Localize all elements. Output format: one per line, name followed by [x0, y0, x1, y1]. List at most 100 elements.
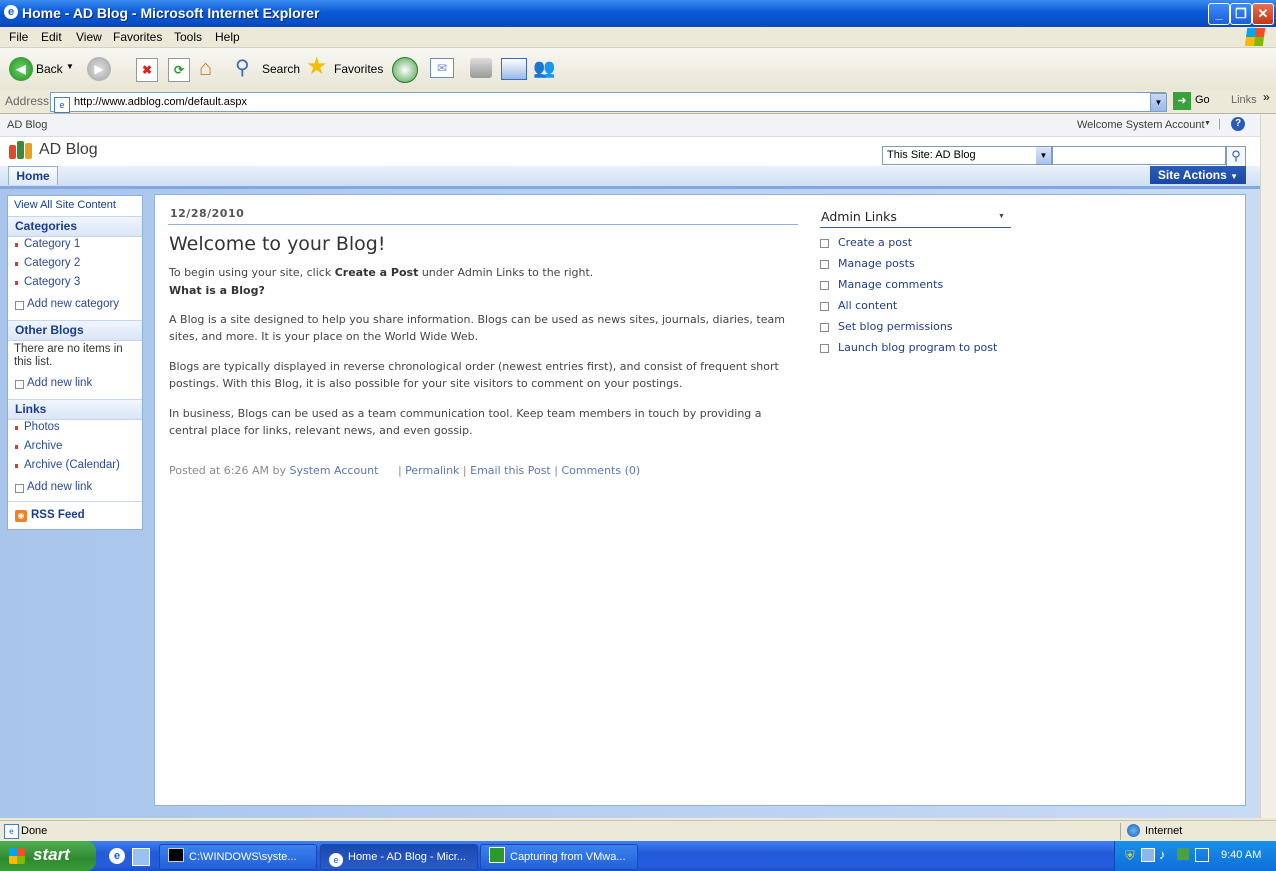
rss-feed-link[interactable]: RSS Feed: [31, 509, 85, 521]
admin-link[interactable]: Manage posts: [838, 257, 915, 270]
rss-icon: ◉: [15, 510, 27, 522]
admin-menu-dropdown-icon[interactable]: ▼: [998, 213, 1005, 220]
category-link[interactable]: Category 2: [24, 257, 80, 269]
display-icon[interactable]: [1195, 848, 1209, 862]
view-all-site-content-link[interactable]: View All Site Content: [14, 199, 116, 211]
admin-link[interactable]: Create a post: [838, 236, 912, 249]
address-dropdown-icon[interactable]: ▼: [1150, 93, 1167, 112]
links-item[interactable]: Archive (Calendar): [24, 459, 120, 471]
post-author-link[interactable]: System Account: [290, 464, 379, 477]
windows-logo-icon: [1244, 28, 1266, 46]
other-blogs-heading[interactable]: Other Blogs: [8, 320, 142, 341]
search-button[interactable]: Search: [262, 62, 300, 76]
task-capture[interactable]: Capturing from VMwa...: [480, 844, 638, 870]
minimize-button[interactable]: _: [1208, 3, 1230, 25]
empty-list-text: There are no items in this list.: [14, 343, 123, 368]
add-link-link[interactable]: Add new link: [27, 481, 92, 493]
welcome-menu[interactable]: Welcome System Account: [1077, 119, 1205, 131]
menu-file[interactable]: File: [9, 30, 28, 44]
edit-icon[interactable]: [501, 58, 527, 80]
add-icon: [15, 301, 24, 310]
menu-view[interactable]: View: [76, 30, 102, 44]
breadcrumb[interactable]: AD Blog: [7, 119, 47, 131]
windows-flag-icon: [9, 848, 25, 864]
tab-home[interactable]: Home: [8, 166, 58, 185]
address-input[interactable]: e http://www.adblog.com/default.aspx: [50, 92, 1166, 113]
home-icon[interactable]: ⌂: [199, 56, 223, 80]
vertical-scrollbar[interactable]: [1260, 114, 1276, 818]
category-link[interactable]: Category 1: [24, 238, 80, 250]
start-button[interactable]: start: [0, 841, 96, 871]
go-arrow-icon[interactable]: ➜: [1173, 92, 1191, 110]
search-scope-value: This Site: AD Blog: [887, 149, 976, 161]
clock[interactable]: 9:40 AM: [1221, 849, 1261, 861]
network-icon[interactable]: [1141, 848, 1155, 862]
maximize-button[interactable]: ❐: [1230, 3, 1252, 25]
divider: [820, 227, 1011, 228]
go-button[interactable]: Go: [1195, 94, 1210, 106]
mail-icon[interactable]: ✉: [430, 58, 454, 78]
close-button[interactable]: ✕: [1252, 3, 1274, 25]
volume-icon[interactable]: ♪: [1159, 847, 1166, 862]
back-button[interactable]: Back: [36, 62, 63, 76]
post-paragraph: In business, Blogs can be used as a team…: [169, 407, 762, 437]
history-icon[interactable]: [392, 57, 418, 83]
email-post-link[interactable]: Email this Post: [470, 464, 551, 477]
desktop-quicklaunch-icon[interactable]: [132, 848, 150, 866]
forward-icon[interactable]: ▶: [87, 57, 111, 81]
admin-link[interactable]: Set blog permissions: [838, 320, 953, 333]
comments-link[interactable]: Comments (0): [561, 464, 640, 477]
capture-icon: [489, 847, 505, 863]
post-paragraph: A Blog is a site designed to help you sh…: [169, 313, 785, 343]
post-title[interactable]: Welcome to your Blog!: [169, 233, 385, 255]
welcome-dropdown-icon[interactable]: ▼: [1204, 120, 1211, 127]
links-heading[interactable]: Links: [8, 399, 142, 420]
menu-tools[interactable]: Tools: [174, 30, 202, 44]
site-search-input[interactable]: [1052, 146, 1226, 165]
add-link-link[interactable]: Add new link: [27, 377, 92, 389]
status-text: Done: [21, 825, 48, 837]
menu-help[interactable]: Help: [215, 30, 240, 44]
links-item[interactable]: Archive: [24, 440, 62, 452]
site-title[interactable]: AD Blog: [39, 141, 98, 159]
site-actions-menu[interactable]: Site Actions ▼: [1150, 166, 1246, 184]
permalink-link[interactable]: Permalink: [405, 464, 459, 477]
menu-favorites[interactable]: Favorites: [113, 30, 162, 44]
task-cmd[interactable]: C:\WINDOWS\syste...: [159, 844, 317, 870]
task-label: C:\WINDOWS\syste...: [189, 851, 297, 863]
ie-quicklaunch-icon[interactable]: e: [109, 848, 125, 864]
window-title: Home - AD Blog - Microsoft Internet Expl…: [22, 5, 320, 21]
refresh-icon[interactable]: ⟳: [168, 58, 190, 82]
back-icon[interactable]: ◀: [9, 57, 33, 81]
help-icon[interactable]: ?: [1231, 117, 1245, 131]
admin-link[interactable]: Launch blog program to post: [838, 341, 997, 354]
stop-icon[interactable]: ✖: [136, 58, 158, 82]
bullet-icon: [820, 302, 829, 311]
internet-globe-icon: [1127, 824, 1140, 837]
back-dropdown-icon[interactable]: ▼: [66, 62, 74, 71]
categories-heading[interactable]: Categories: [8, 216, 142, 237]
add-category-link[interactable]: Add new category: [27, 298, 119, 310]
favorites-star-icon[interactable]: ★: [306, 54, 328, 80]
task-ie[interactable]: e Home - AD Blog - Micr...: [320, 844, 478, 870]
search-icon[interactable]: ⚲: [235, 56, 259, 80]
bullet-icon: [820, 344, 829, 353]
shield-icon[interactable]: ⛨: [1125, 848, 1135, 864]
system-tray: ⛨ ♪ 9:40 AM: [1114, 841, 1276, 871]
search-go-icon[interactable]: ⚲: [1226, 146, 1246, 167]
links-label[interactable]: Links: [1231, 94, 1257, 106]
post-date: 12/28/2010: [170, 207, 245, 220]
bullet-icon: [820, 260, 829, 269]
search-scope-select[interactable]: This Site: AD Blog ▼: [882, 146, 1052, 165]
vmware-icon[interactable]: [1177, 848, 1189, 860]
scope-dropdown-icon[interactable]: ▼: [1036, 147, 1051, 164]
messenger-icon[interactable]: 👥: [533, 56, 557, 80]
links-chevron-icon[interactable]: »: [1263, 90, 1270, 104]
admin-link[interactable]: All content: [838, 299, 897, 312]
links-item[interactable]: Photos: [24, 421, 60, 433]
print-icon[interactable]: [470, 58, 492, 78]
admin-link[interactable]: Manage comments: [838, 278, 943, 291]
favorites-button[interactable]: Favorites: [334, 62, 383, 76]
menu-edit[interactable]: Edit: [41, 30, 62, 44]
category-link[interactable]: Category 3: [24, 276, 80, 288]
